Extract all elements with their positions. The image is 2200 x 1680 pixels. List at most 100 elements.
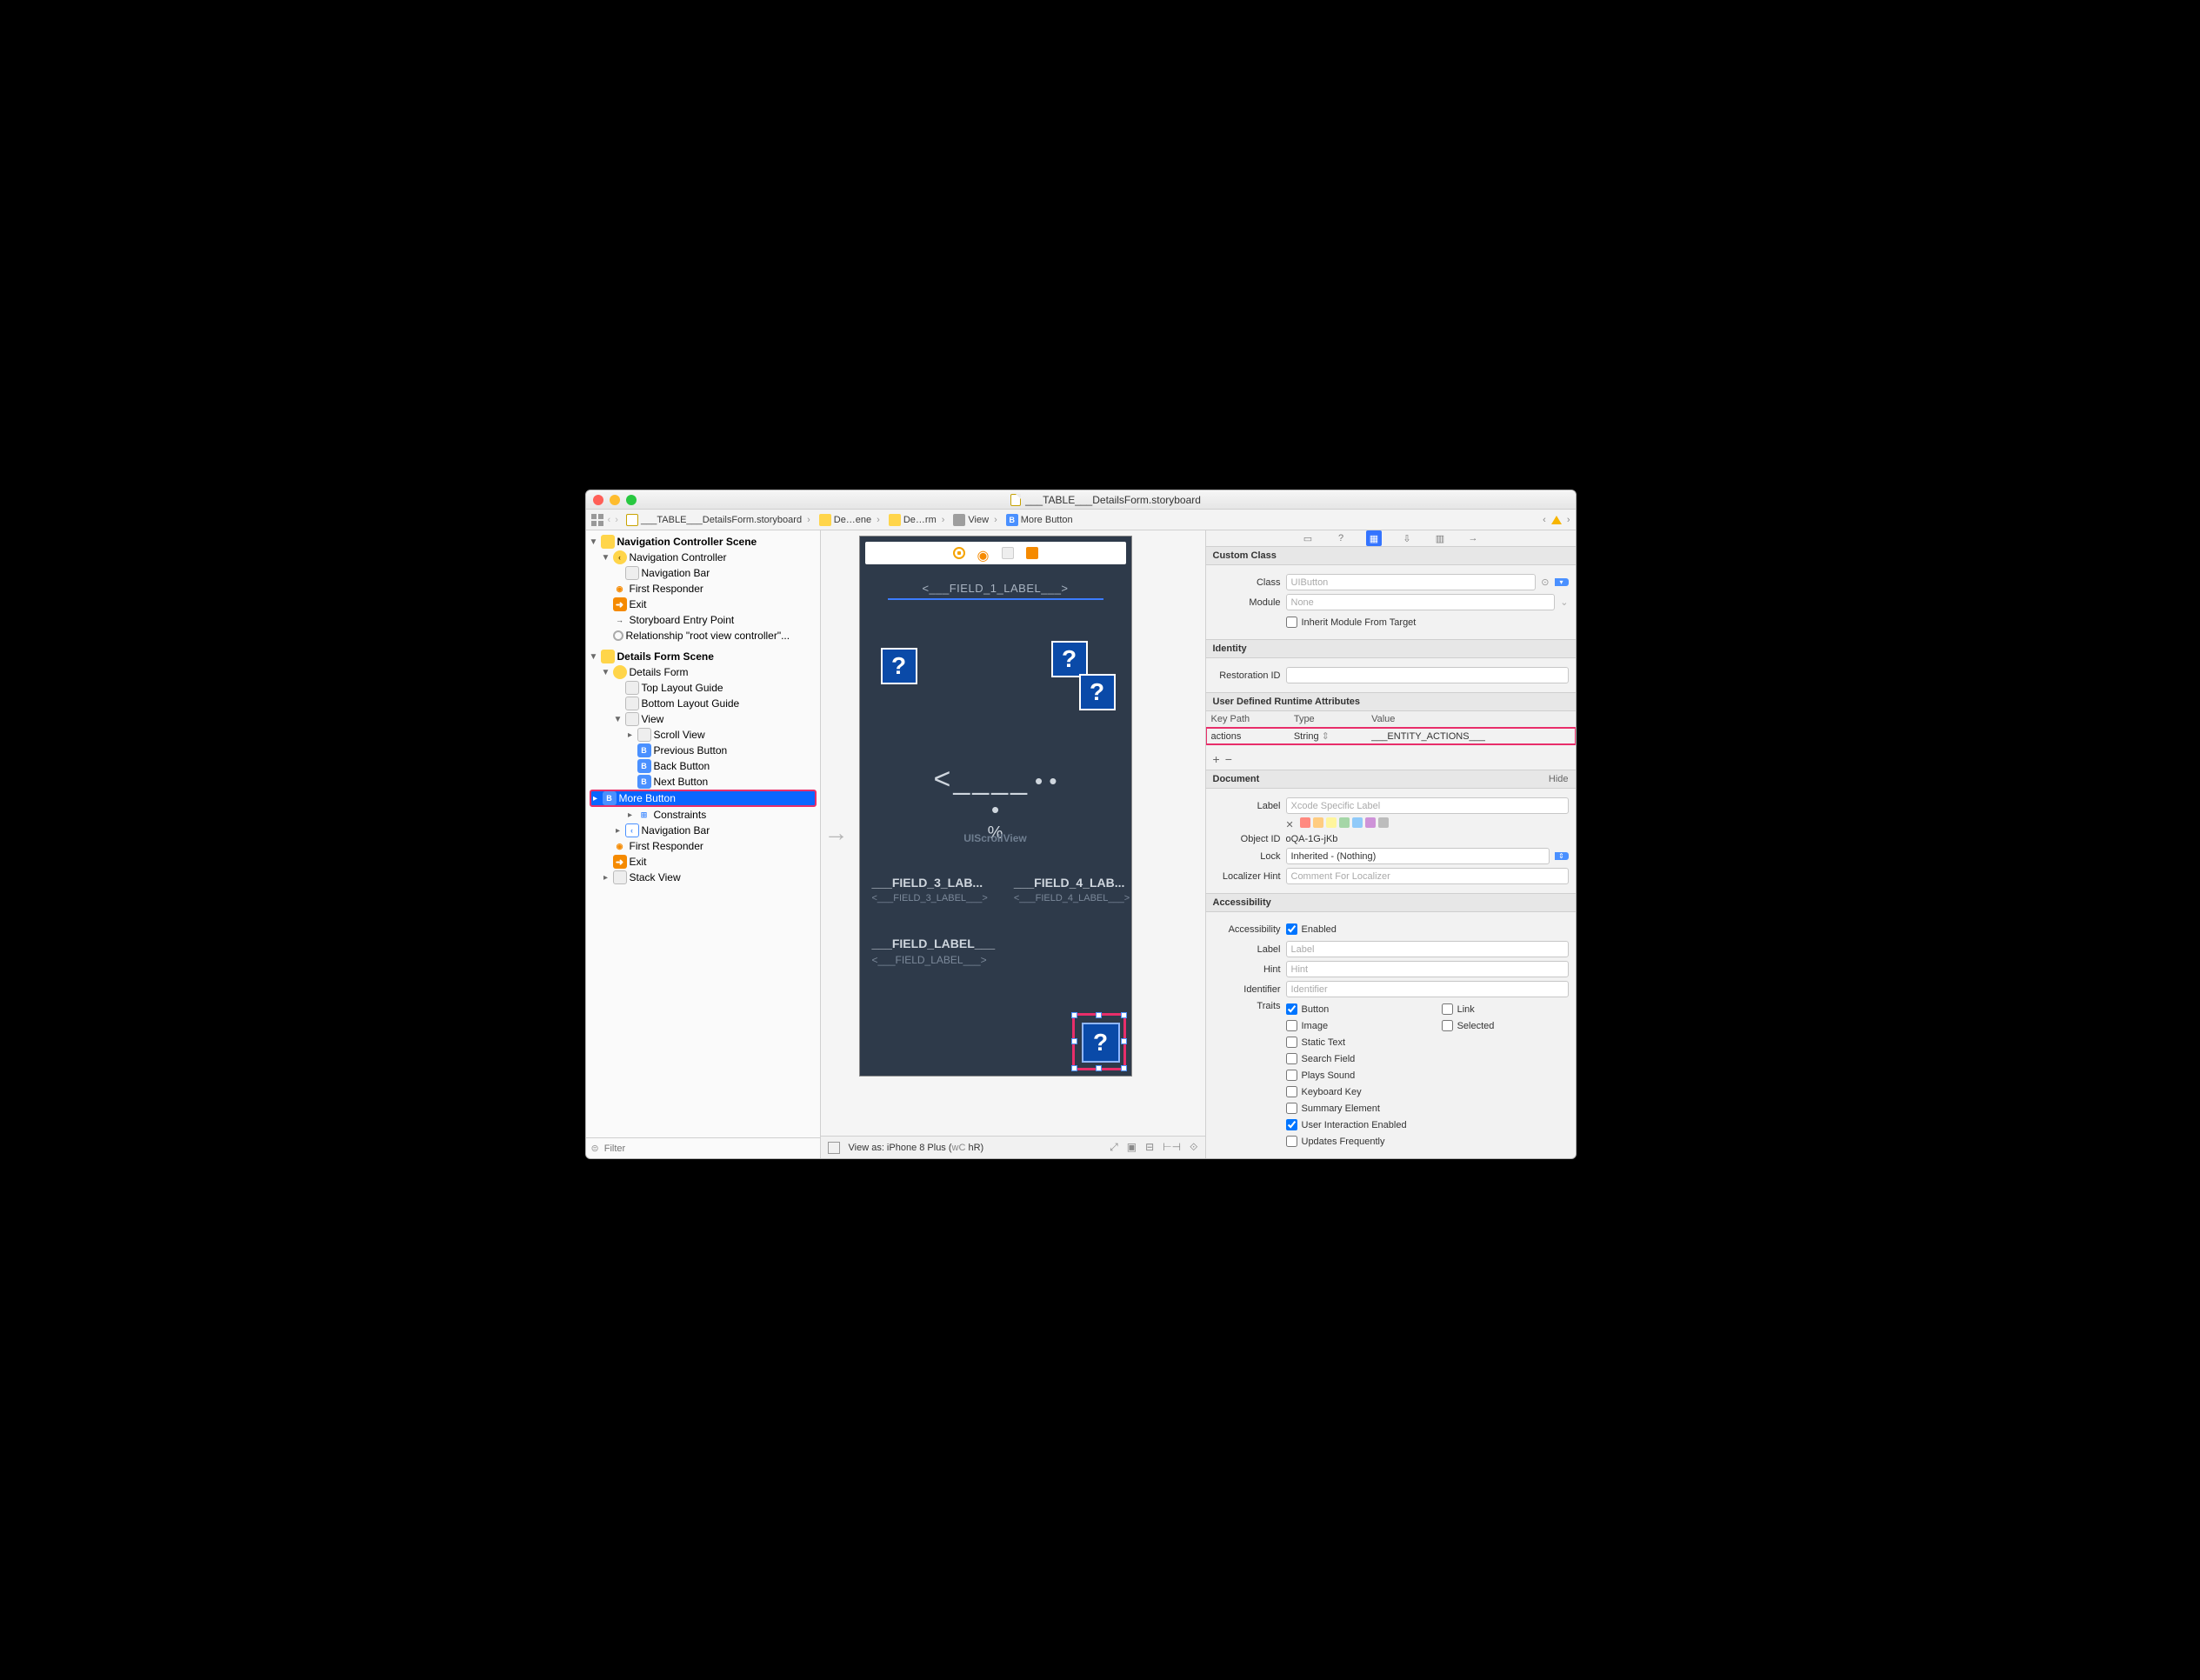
scene-icon [819,514,831,526]
zoom-icon[interactable]: ⤢ [1110,1141,1118,1154]
relationship-icon [613,630,623,641]
view-dock-icon[interactable] [1002,547,1014,559]
trait-button[interactable]: Button [1286,1003,1407,1015]
resolve-icon[interactable]: ⟐ [1190,1141,1197,1154]
pin-icon[interactable]: ⊢⊣ [1163,1141,1181,1154]
acc-identifier-field[interactable]: Identifier [1286,981,1569,997]
trait-link[interactable]: Link [1442,1003,1495,1015]
trait-search-field[interactable]: Search Field [1286,1053,1407,1064]
outline-toggle-icon[interactable] [828,1142,840,1154]
item-bottom-layout-guide[interactable]: Bottom Layout Guide [586,696,820,711]
jumpbar-view[interactable]: View [950,514,1000,526]
vc-dock-icon[interactable] [953,547,965,559]
item-next-button[interactable]: BNext Button [586,774,820,790]
item-previous-button[interactable]: BPrevious Button [586,743,820,758]
item-top-layout-guide[interactable]: Top Layout Guide [586,680,820,696]
quick-help-icon[interactable]: ? [1333,530,1349,546]
warning-icon[interactable] [1551,516,1562,524]
item-constraints[interactable]: ▸⊞Constraints [586,807,820,823]
align-icon[interactable]: ⊟ [1145,1141,1154,1154]
outline-tree[interactable]: ▼Navigation Controller Scene ▼‹Navigatio… [586,530,820,1137]
cube-icon: ◉ [613,839,627,853]
runtime-attributes-table[interactable]: Key PathTypeValue actions String ⇕ ___EN… [1206,711,1576,744]
embed-icon[interactable]: ▣ [1127,1141,1137,1154]
class-dropdown-icon[interactable]: ▾ [1555,578,1569,586]
hide-button[interactable]: Hide [1549,774,1569,784]
item-relationship[interactable]: Relationship "root view controller"... [586,628,820,643]
chevron-down-icon[interactable]: ⇕ [1555,852,1569,860]
scene-dock[interactable]: ◉ [865,542,1126,564]
add-remove-attribute: +− [1206,749,1576,770]
acc-hint-field[interactable]: Hint [1286,961,1569,977]
minimize-icon[interactable] [610,495,620,505]
item-back-button[interactable]: BBack Button [586,758,820,774]
scene-navigation-controller[interactable]: ▼Navigation Controller Scene [586,534,820,550]
trait-static-text[interactable]: Static Text [1286,1037,1407,1048]
size-inspector-icon[interactable]: ▥ [1432,530,1448,546]
class-field[interactable]: UIButton [1286,574,1537,590]
item-more-button[interactable]: ▸BMore Button [590,790,817,807]
attributes-inspector-icon[interactable]: ⇩ [1399,530,1415,546]
remove-icon[interactable]: − [1225,752,1232,766]
file-inspector-icon[interactable]: ▭ [1300,530,1316,546]
clear-icon[interactable]: ⊙ [1541,577,1549,588]
filter-input[interactable] [604,1143,815,1154]
exit-dock-icon[interactable] [1026,547,1038,559]
item-first-responder[interactable]: ◉First Responder [586,581,820,597]
label-field[interactable]: Xcode Specific Label [1286,797,1569,814]
accessibility-enabled-checkbox[interactable]: Enabled [1286,923,1337,935]
trait-keyboard-key[interactable]: Keyboard Key [1286,1086,1407,1097]
field-single: ___FIELD_LABEL___ <___FIELD_LABEL___> [872,937,996,966]
jumpbar-controller[interactable]: De…rm [885,514,949,526]
identity-inspector-icon[interactable]: ▦ [1366,530,1382,546]
runtime-attribute-row[interactable]: actions String ⇕ ___ENTITY_ACTIONS___ [1206,728,1576,745]
jump-bar[interactable]: ‹ › ___TABLE___DetailsForm.storyboard De… [586,510,1576,530]
restoration-id-field[interactable] [1286,667,1569,683]
chevron-down-icon[interactable]: ⌄ [1560,597,1568,608]
item-details-form[interactable]: ▼Details Form [586,664,820,680]
item-exit-2[interactable]: ➜Exit [586,854,820,870]
item-view[interactable]: ▼View [586,711,820,727]
item-navigation-bar-2[interactable]: ▸‹Navigation Bar [586,823,820,838]
jumpbar-button[interactable]: BMore Button [1003,514,1077,526]
jumpbar-file[interactable]: ___TABLE___DetailsForm.storyboard [623,514,814,526]
acc-label-field[interactable]: Label [1286,941,1569,957]
canvas[interactable]: → ◉ <___FIELD_1_LABEL___> ? ? ? <____• •… [821,530,1206,1158]
trait-image[interactable]: Image [1286,1020,1407,1031]
first-responder-dock-icon[interactable]: ◉ [977,547,990,559]
module-field[interactable]: None [1286,594,1556,610]
jump-next-icon[interactable]: › [1567,515,1570,525]
clear-color-icon[interactable]: ✕ [1286,820,1294,830]
jumpbar-scene[interactable]: De…ene [816,514,883,526]
related-items-icon[interactable] [591,514,603,526]
trait-summary-element[interactable]: Summary Element [1286,1103,1407,1114]
trait-user-interaction[interactable]: User Interaction Enabled [1286,1119,1407,1130]
scene-details-form[interactable]: ▼Details Form Scene [586,649,820,664]
view-as-label[interactable]: View as: iPhone 8 Plus (wC hR) [849,1143,984,1153]
storyboard-file-icon [1010,494,1021,506]
item-navigation-controller[interactable]: ▼‹Navigation Controller [586,550,820,565]
item-stack-view[interactable]: ▸Stack View [586,870,820,885]
item-entry-point[interactable]: →Storyboard Entry Point [586,612,820,628]
button-icon: B [637,743,651,757]
item-navigation-bar[interactable]: Navigation Bar [586,565,820,581]
item-first-responder-2[interactable]: ◉First Responder [586,838,820,854]
device-preview[interactable]: ◉ <___FIELD_1_LABEL___> ? ? ? <____• • •… [859,536,1132,1077]
inherit-module-checkbox[interactable]: Inherit Module From Target [1286,617,1417,628]
more-button-selection[interactable]: ? [1072,1013,1126,1070]
close-icon[interactable] [593,495,603,505]
trait-selected[interactable]: Selected [1442,1020,1495,1031]
trait-plays-sound[interactable]: Plays Sound [1286,1070,1407,1081]
trait-updates-frequently[interactable]: Updates Frequently [1286,1136,1407,1147]
item-scroll-view[interactable]: ▸Scroll View [586,727,820,743]
inspector-tabs[interactable]: ▭ ? ▦ ⇩ ▥ → [1206,530,1576,547]
window-title: ___TABLE___DetailsForm.storyboard [643,494,1569,506]
zoom-icon[interactable] [626,495,637,505]
color-chips[interactable]: ✕ [1286,817,1391,830]
jump-prev-icon[interactable]: ‹ [1543,515,1546,525]
localizer-hint-field[interactable]: Comment For Localizer [1286,868,1569,884]
add-icon[interactable]: + [1213,752,1220,766]
item-exit[interactable]: ➜Exit [586,597,820,612]
lock-select[interactable]: Inherited - (Nothing) [1286,848,1550,864]
connections-inspector-icon[interactable]: → [1465,530,1481,546]
